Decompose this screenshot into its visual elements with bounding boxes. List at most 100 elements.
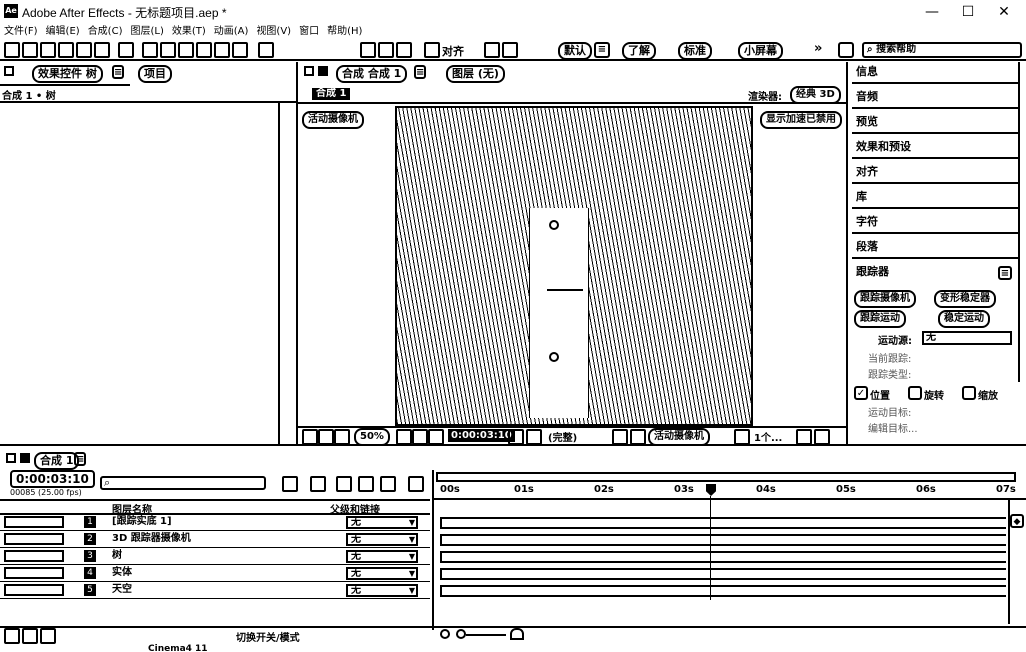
work-area-bar[interactable] (436, 472, 1016, 482)
panel-paragraph[interactable]: 段落 (852, 237, 1018, 259)
workspace-learn[interactable]: 了解 (622, 42, 656, 60)
panel-close-icon[interactable] (4, 66, 14, 76)
menu-composition[interactable]: 合成(C) (88, 24, 123, 40)
search-help-field[interactable]: ⌕ 搜索帮助 (862, 42, 1022, 58)
menu-edit[interactable]: 编辑(E) (46, 24, 80, 40)
views-dropdown[interactable]: 1个... (754, 429, 782, 444)
parent-dropdown[interactable]: 无 (346, 533, 418, 546)
menu-view[interactable]: 视图(V) (256, 24, 291, 40)
layer-switches[interactable] (4, 584, 64, 596)
table-row[interactable]: 2 3D 跟踪器摄像机 无 (0, 532, 430, 548)
viewer-timecode[interactable]: 0:00:03:10 (448, 429, 515, 442)
preview-toggle-icon[interactable] (302, 429, 318, 445)
view-axis-icon[interactable] (396, 42, 412, 58)
grid-overlay-icon[interactable] (318, 429, 334, 445)
panel-tracker[interactable]: 跟踪器 (852, 262, 1018, 284)
pen-tool-icon[interactable] (142, 42, 158, 58)
timeline-timecode[interactable]: 0:00:03:10 (10, 470, 95, 488)
puppet-pin-tool-icon[interactable] (258, 42, 274, 58)
shy-layers-icon[interactable] (336, 476, 352, 492)
parent-dropdown[interactable]: 无 (346, 516, 418, 529)
minimize-button[interactable]: — (912, 2, 952, 22)
type-tool-icon[interactable] (160, 42, 176, 58)
track-point-icon[interactable] (549, 352, 559, 362)
toggle-3d-icon[interactable] (814, 429, 830, 445)
tab-project[interactable]: 项目 (138, 65, 172, 83)
maximize-button[interactable]: ☐ (948, 2, 988, 22)
menu-file[interactable]: 文件(F) (4, 24, 38, 40)
pan-behind-tool-icon[interactable] (94, 42, 110, 58)
comp-mini-flowchart-icon[interactable] (282, 476, 298, 492)
warp-stabilizer-button[interactable]: 变形稳定器 (934, 290, 996, 308)
tab-composition[interactable]: 合成 合成 1 (336, 65, 408, 83)
expand-modes-icon[interactable] (22, 628, 38, 644)
track-point-icon[interactable] (549, 220, 559, 230)
draft-3d-icon[interactable] (310, 476, 326, 492)
layer-name[interactable]: 天空 (112, 583, 132, 597)
edit-target-button[interactable]: 编辑目标... (868, 420, 918, 435)
layer-switches[interactable] (4, 516, 64, 528)
tab-menu-icon[interactable]: ≡ (112, 65, 124, 79)
rotate-tool-icon[interactable] (58, 42, 74, 58)
viewer-close-icon[interactable] (304, 66, 314, 76)
toggle-switches-modes[interactable]: 切换开关/模式 (236, 629, 300, 644)
zoom-slider[interactable] (440, 628, 530, 641)
snap-option-icon[interactable] (484, 42, 500, 58)
quality-dropdown[interactable]: (完整) (548, 429, 577, 444)
viewer-menu-icon[interactable]: ≡ (414, 65, 426, 79)
frame-blending-icon[interactable] (358, 476, 374, 492)
timeline-split[interactable] (432, 470, 434, 630)
table-row[interactable]: 5 天空 无 (0, 583, 430, 599)
layer-switches[interactable] (4, 567, 64, 579)
workspace-standard[interactable]: 标准 (678, 42, 712, 60)
camera-snapshot-icon[interactable] (508, 429, 524, 445)
panel-preview[interactable]: 预览 (852, 112, 1018, 134)
eraser-tool-icon[interactable] (214, 42, 230, 58)
layer-duration-bar[interactable] (440, 551, 1006, 563)
motion-source-dropdown[interactable]: 无 (922, 331, 1012, 345)
mask-visibility-icon[interactable] (334, 429, 350, 445)
viewer-lock-icon[interactable] (318, 66, 328, 76)
sync-settings-icon[interactable] (838, 42, 854, 58)
comp-nav-chip[interactable]: 合成 1 (312, 88, 351, 100)
panel-character[interactable]: 字符 (852, 212, 1018, 234)
menu-help[interactable]: 帮助(H) (327, 24, 362, 40)
panel-info[interactable]: 信息 (852, 62, 1018, 84)
menu-effect[interactable]: 效果(T) (172, 24, 206, 40)
fit-view-icon[interactable] (396, 429, 412, 445)
world-axis-icon[interactable] (378, 42, 394, 58)
stabilize-motion-button[interactable]: 稳定运动 (938, 310, 990, 328)
table-row[interactable]: 1 [跟踪实底 1] 无 (0, 515, 430, 531)
clone-stamp-tool-icon[interactable] (196, 42, 212, 58)
tab-layer[interactable]: 图层 (无) (446, 65, 505, 83)
brush-tool-icon[interactable] (178, 42, 194, 58)
tab-effect-controls[interactable]: 效果控件 树 (32, 65, 103, 83)
panel-align[interactable]: 对齐 (852, 162, 1018, 184)
selection-tool-icon[interactable] (4, 42, 20, 58)
playhead-icon[interactable] (706, 484, 716, 496)
expand-duration-icon[interactable] (40, 628, 56, 644)
graph-editor-icon[interactable] (408, 476, 424, 492)
layer-switches[interactable] (4, 550, 64, 562)
layer-name[interactable]: 3D 跟踪器摄像机 (112, 532, 191, 546)
layer-name[interactable]: 实体 (112, 566, 132, 580)
title-safe-icon[interactable] (412, 429, 428, 445)
rotation-checkbox[interactable] (908, 386, 922, 400)
snap-star-icon[interactable] (502, 42, 518, 58)
layer-duration-bar[interactable] (440, 585, 1006, 597)
timeline-search-input[interactable]: ⌕ (100, 476, 266, 490)
scale-checkbox[interactable] (962, 386, 976, 400)
motion-blur-icon[interactable] (380, 476, 396, 492)
parent-dropdown[interactable]: 无 (346, 584, 418, 597)
local-axis-icon[interactable] (360, 42, 376, 58)
rectangle-tool-icon[interactable] (118, 42, 134, 58)
snap-checkbox[interactable] (424, 42, 440, 58)
timeline-close-icon[interactable] (6, 453, 16, 463)
hand-tool-icon[interactable] (22, 42, 38, 58)
composition-viewer-canvas[interactable] (395, 106, 753, 426)
menu-animation[interactable]: 动画(A) (214, 24, 249, 40)
panel-library[interactable]: 库 (852, 187, 1018, 209)
snapshot-icon[interactable] (428, 429, 444, 445)
camera-tool-icon[interactable] (76, 42, 92, 58)
zoom-tool-icon[interactable] (40, 42, 56, 58)
